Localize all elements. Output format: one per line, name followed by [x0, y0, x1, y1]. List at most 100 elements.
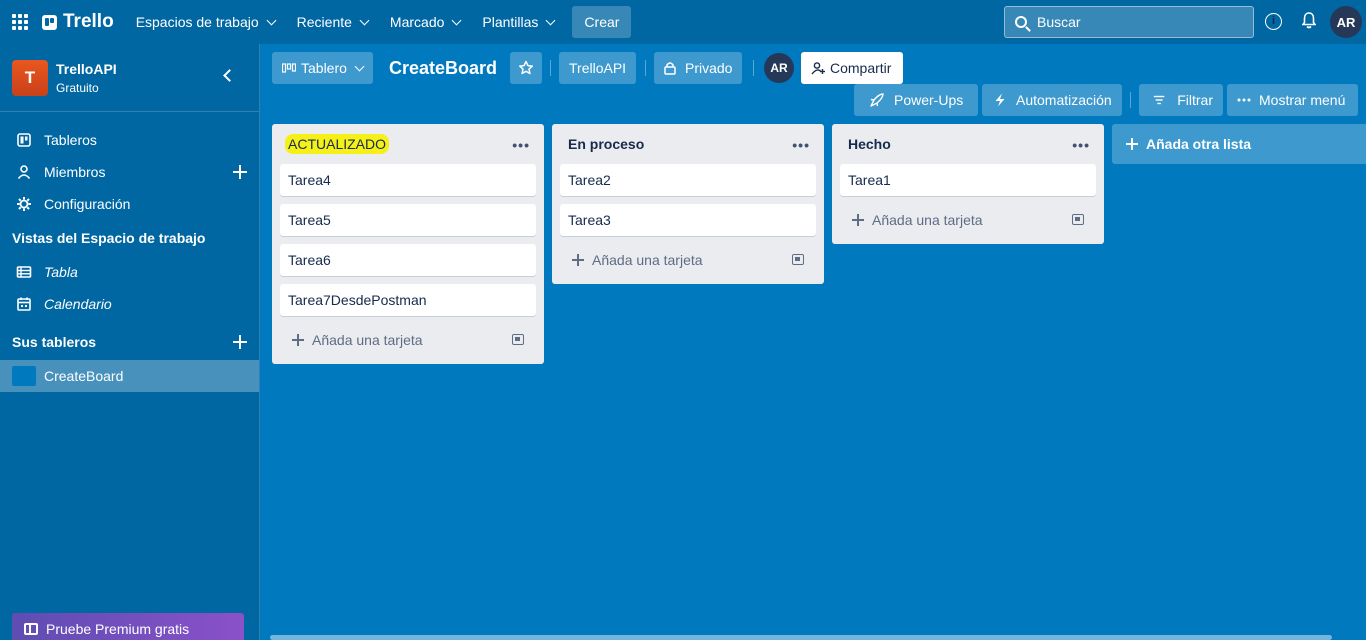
- workspace-avatar[interactable]: T: [12, 59, 48, 96]
- trello-logo-text: Trello: [63, 11, 114, 32]
- search-icon: [1015, 16, 1027, 28]
- menu-templates[interactable]: Plantillas: [472, 6, 564, 38]
- list-hecho: Hecho ••• Tarea1 Añada una tarjeta: [832, 124, 1104, 244]
- sidebar-item-label: Tabla: [44, 264, 78, 280]
- card[interactable]: Tarea4: [280, 164, 536, 196]
- automation-button[interactable]: Automatización: [982, 84, 1122, 116]
- list-menu-icon[interactable]: •••: [792, 137, 810, 153]
- create-button[interactable]: Crear: [572, 6, 632, 38]
- sidebar-item-table[interactable]: Tabla: [0, 256, 259, 288]
- header-divider: [550, 60, 551, 76]
- card[interactable]: Tarea7DesdePostman: [280, 284, 536, 316]
- workspace-plan: Gratuito: [56, 80, 99, 95]
- gift-icon: [24, 623, 38, 635]
- rocket-icon: [870, 93, 884, 107]
- premium-trial-button[interactable]: Pruebe Premium gratis: [12, 613, 244, 640]
- chevron-down-icon: [359, 15, 370, 25]
- add-card-button[interactable]: Añada una tarjeta: [560, 244, 816, 276]
- add-member-icon[interactable]: [233, 165, 247, 179]
- card-template-icon[interactable]: [792, 254, 804, 265]
- list-header[interactable]: En proceso •••: [552, 124, 824, 164]
- menu-workspaces[interactable]: Espacios de trabajo: [126, 6, 285, 38]
- search-input[interactable]: [1037, 14, 1237, 30]
- add-list-button[interactable]: Añada otra lista: [1112, 124, 1366, 164]
- trello-logo[interactable]: Trello: [42, 11, 114, 33]
- star-board-button[interactable]: [510, 52, 542, 84]
- plus-icon: [1126, 138, 1138, 150]
- card-template-icon[interactable]: [1072, 214, 1084, 225]
- sidebar-board-createboard[interactable]: CreateBoard: [0, 360, 259, 392]
- card[interactable]: Tarea2: [560, 164, 816, 196]
- add-card-label: Añada una tarjeta: [592, 252, 703, 268]
- menu-workspaces-label: Espacios de trabajo: [135, 14, 259, 30]
- collapse-sidebar-icon[interactable]: [223, 69, 236, 82]
- sidebar-item-label: Tableros: [44, 132, 97, 148]
- visibility-button[interactable]: Privado: [654, 52, 743, 84]
- list-title[interactable]: En proceso: [568, 136, 644, 152]
- automation-label: Automatización: [1016, 92, 1112, 108]
- plus-icon: [852, 214, 864, 226]
- list-menu-icon[interactable]: •••: [512, 137, 530, 153]
- board-color-swatch: [12, 366, 36, 386]
- card[interactable]: Tarea6: [280, 244, 536, 276]
- card[interactable]: Tarea5: [280, 204, 536, 236]
- premium-trial-label: Pruebe Premium gratis: [46, 621, 190, 637]
- list-title[interactable]: Hecho: [848, 136, 891, 152]
- sidebar-item-calendar[interactable]: Calendario: [0, 288, 259, 320]
- workspace-button[interactable]: TrelloAPI: [559, 52, 637, 84]
- card-template-icon[interactable]: [512, 334, 524, 345]
- sidebar-item-boards[interactable]: Tableros: [0, 124, 259, 156]
- your-boards-label: Sus tableros: [12, 334, 97, 350]
- workspace-header: T TrelloAPI Gratuito: [0, 44, 259, 112]
- menu-recent[interactable]: Reciente: [287, 6, 378, 38]
- apps-grid-icon[interactable]: [12, 14, 28, 30]
- list-header[interactable]: Hecho •••: [832, 124, 1104, 164]
- sidebar: T TrelloAPI Gratuito Tableros Miembros C…: [0, 44, 260, 640]
- card[interactable]: Tarea1: [840, 164, 1096, 196]
- board-view-icon: [282, 63, 296, 73]
- filter-label: Filtrar: [1177, 92, 1213, 108]
- list-menu-icon[interactable]: •••: [1072, 137, 1090, 153]
- info-icon[interactable]: i: [1265, 13, 1282, 30]
- add-card-label: Añada una tarjeta: [312, 332, 423, 348]
- sidebar-item-members[interactable]: Miembros: [0, 156, 259, 188]
- list-title[interactable]: ACTUALIZADO: [285, 134, 390, 154]
- board-horizontal-scrollbar[interactable]: [270, 635, 1332, 640]
- board-view-switcher[interactable]: Tablero: [272, 52, 373, 84]
- list-en-proceso: En proceso ••• Tarea2 Tarea3 Añada una t…: [552, 124, 824, 284]
- share-button[interactable]: Compartir: [801, 52, 904, 84]
- sidebar-item-settings[interactable]: Configuración: [0, 188, 259, 220]
- menu-templates-label: Plantillas: [482, 14, 539, 30]
- header-divider: [753, 60, 754, 76]
- bell-icon[interactable]: [1302, 12, 1316, 29]
- list-header[interactable]: ACTUALIZADO •••: [272, 124, 544, 164]
- card[interactable]: Tarea3: [560, 204, 816, 236]
- board-icon: [17, 133, 31, 147]
- trello-logo-icon: [42, 14, 57, 30]
- user-avatar[interactable]: AR: [1330, 6, 1362, 38]
- chevron-down-icon: [354, 61, 365, 71]
- add-card-button[interactable]: Añada una tarjeta: [280, 324, 536, 356]
- add-card-label: Añada una tarjeta: [872, 212, 983, 228]
- workspace-name[interactable]: TrelloAPI: [56, 61, 117, 77]
- add-list-label: Añada otra lista: [1146, 136, 1252, 152]
- board-title[interactable]: CreateBoard: [389, 58, 497, 79]
- visibility-label: Privado: [685, 60, 733, 76]
- sidebar-board-label: CreateBoard: [44, 368, 124, 384]
- filter-icon: [1153, 95, 1165, 105]
- board-view-label: Tablero: [301, 60, 347, 76]
- sidebar-item-label: Calendario: [44, 296, 112, 312]
- sidebar-item-label: Configuración: [44, 196, 131, 212]
- add-card-button[interactable]: Añada una tarjeta: [840, 204, 1096, 236]
- powerups-button[interactable]: Power-Ups: [854, 84, 978, 116]
- member-avatar[interactable]: AR: [764, 53, 794, 83]
- add-board-icon[interactable]: [233, 335, 247, 349]
- show-menu-button[interactable]: Mostrar menú: [1227, 84, 1358, 116]
- search-box[interactable]: [1004, 6, 1254, 38]
- star-icon: [518, 60, 534, 75]
- workspace-views-heading: Vistas del Espacio de trabajo: [12, 230, 206, 246]
- menu-starred-label: Marcado: [389, 14, 445, 30]
- filter-button[interactable]: Filtrar: [1139, 84, 1223, 116]
- menu-starred[interactable]: Marcado: [380, 6, 470, 38]
- list-actualizado: ACTUALIZADO ••• Tarea4 Tarea5 Tarea6 Tar…: [272, 124, 544, 364]
